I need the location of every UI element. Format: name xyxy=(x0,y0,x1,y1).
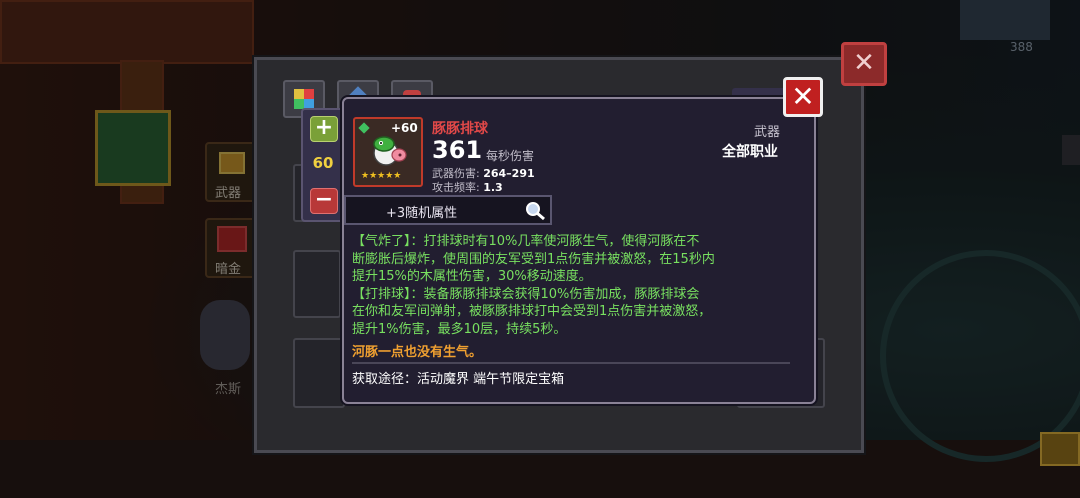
inventory-slot[interactable] xyxy=(293,338,345,408)
level-control: + 60 − xyxy=(301,108,345,222)
level-value: 60 xyxy=(312,154,334,172)
description-line: 在你和友军间弹射，被豚豚排球打中会受到1点伤害并被激怒， xyxy=(352,304,712,319)
plus-icon: + xyxy=(314,115,334,140)
pufferfish-volleyball-icon xyxy=(373,136,407,166)
card-close-button[interactable]: ✕ xyxy=(783,77,823,117)
level-increase-button[interactable]: + xyxy=(310,116,338,142)
minus-icon: − xyxy=(314,187,334,212)
rate-label: 攻击频率: xyxy=(432,181,480,194)
level-decrease-button[interactable]: − xyxy=(310,188,338,214)
item-category: 武器 xyxy=(754,125,781,140)
flavor-text: 河豚一点也没有生气。 xyxy=(352,345,483,360)
magnifier-icon xyxy=(526,202,545,221)
random-attributes-button[interactable]: +3随机属性 xyxy=(344,195,552,225)
description-line: 提升15%的木属性伤害，30%移动速度。 xyxy=(352,269,592,284)
inventory-slot[interactable] xyxy=(293,250,341,318)
item-name: 豚豚排球 xyxy=(432,121,488,137)
description-line: 【气炸了】：打排球时有10%几率使河豚生气，使得河豚在不 xyxy=(352,234,700,249)
item-detail-card: +60 ★★★★★ 豚豚排球 361 每秒伤害 武器伤害: 264–291 攻击… xyxy=(342,97,816,404)
dps-value: 361 xyxy=(432,136,483,164)
rarity-stars: ★★★★★ xyxy=(361,171,402,181)
item-icon-frame: +60 ★★★★★ xyxy=(353,117,423,187)
description-line: 【打排球】：装备豚豚排球会获得10%伤害加成，豚豚排球会 xyxy=(352,286,700,302)
divider xyxy=(352,362,790,364)
random-attributes-label: +3随机属性 xyxy=(386,206,458,221)
description-line: 提升1%伤害，最多10层，持续5秒。 xyxy=(352,321,567,337)
source-text: 获取途径：活动魔界 端午节限定宝箱 xyxy=(352,372,565,387)
close-icon: ✕ xyxy=(791,80,815,113)
description-line: 断膨胀后爆炸，使周围的友军受到1点伤害并被激怒，在15秒内 xyxy=(352,251,715,267)
close-icon: ✕ xyxy=(853,48,875,78)
attack-rate-stat: 攻击频率: 1.3 xyxy=(432,179,503,195)
rate-value: 1.3 xyxy=(483,181,503,194)
panel-close-button[interactable]: ✕ xyxy=(841,42,887,86)
grid-icon xyxy=(294,89,314,109)
class-restriction: 全部职业 xyxy=(722,144,778,160)
dps-label: 每秒伤害 xyxy=(486,149,535,163)
item-description: 【气炸了】：打排球时有10%几率使河豚生气，使得河豚在不 断膨胀后爆炸，使周围的… xyxy=(352,233,787,338)
gem-icon xyxy=(358,122,370,134)
